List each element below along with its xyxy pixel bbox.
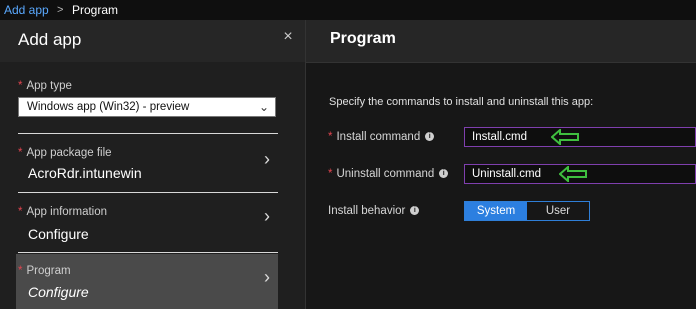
program-header: Program bbox=[306, 20, 696, 63]
app-package-file-value: AcroRdr.intunewin bbox=[28, 165, 142, 181]
program-blade: Program Specify the commands to install … bbox=[306, 20, 696, 309]
program-description: Specify the commands to install and unin… bbox=[329, 96, 594, 108]
breadcrumb-add-app-link[interactable]: Add app bbox=[4, 0, 49, 20]
app-type-select[interactable]: Windows app (Win32) - preview ⌄ bbox=[18, 97, 276, 117]
breadcrumb-current: Program bbox=[72, 3, 119, 17]
add-app-title: Add app bbox=[18, 30, 82, 49]
install-command-value: Install.cmd bbox=[472, 131, 527, 143]
add-app-blade: Add app × * App type Windows app (Win32) … bbox=[0, 20, 306, 309]
required-marker: * bbox=[18, 80, 23, 92]
breadcrumb-separator: > bbox=[57, 4, 64, 16]
nav-item-program[interactable]: * Program Configure › bbox=[16, 254, 278, 309]
nav-item-app-information[interactable]: * App information Configure › bbox=[0, 196, 305, 248]
install-behavior-toggle[interactable]: System User bbox=[464, 201, 590, 221]
divider bbox=[18, 192, 278, 193]
program-value: Configure bbox=[28, 284, 89, 300]
info-icon[interactable]: i bbox=[439, 169, 449, 179]
install-behavior-system-option[interactable]: System bbox=[465, 202, 527, 220]
app-type-label: * App type bbox=[18, 80, 72, 92]
info-icon[interactable]: i bbox=[425, 132, 435, 142]
uninstall-command-value: Uninstall.cmd bbox=[472, 168, 542, 180]
app-information-label: * App information bbox=[18, 206, 108, 218]
required-marker: * bbox=[328, 168, 333, 180]
install-behavior-label: Install behavior i bbox=[328, 205, 420, 217]
chevron-right-icon: › bbox=[264, 206, 270, 226]
program-title: Program bbox=[330, 30, 396, 47]
chevron-down-icon: ⌄ bbox=[258, 100, 269, 114]
add-app-header: Add app × bbox=[0, 20, 305, 62]
arrow-icon bbox=[551, 129, 579, 145]
chevron-right-icon: › bbox=[264, 149, 270, 169]
close-icon[interactable]: × bbox=[280, 28, 296, 46]
uninstall-command-label: * Uninstall command i bbox=[328, 168, 449, 180]
required-marker: * bbox=[18, 206, 23, 218]
required-marker: * bbox=[18, 147, 23, 159]
info-icon[interactable]: i bbox=[410, 206, 420, 216]
app-type-value: Windows app (Win32) - preview bbox=[27, 101, 190, 113]
install-behavior-user-option[interactable]: User bbox=[527, 202, 589, 220]
divider bbox=[18, 252, 278, 253]
install-command-input[interactable]: Install.cmd bbox=[464, 127, 696, 147]
divider bbox=[18, 133, 278, 134]
app-package-file-label: * App package file bbox=[18, 147, 112, 159]
chevron-right-icon: › bbox=[264, 267, 270, 287]
required-marker: * bbox=[328, 131, 333, 143]
nav-item-app-package-file[interactable]: * App package file AcroRdr.intunewin › bbox=[0, 136, 305, 186]
install-command-label: * Install command i bbox=[328, 131, 435, 143]
program-label: * Program bbox=[18, 265, 71, 277]
arrow-icon bbox=[559, 166, 587, 182]
app-information-value: Configure bbox=[28, 226, 89, 242]
breadcrumb: Add app > Program bbox=[0, 0, 696, 20]
required-marker: * bbox=[18, 265, 23, 277]
